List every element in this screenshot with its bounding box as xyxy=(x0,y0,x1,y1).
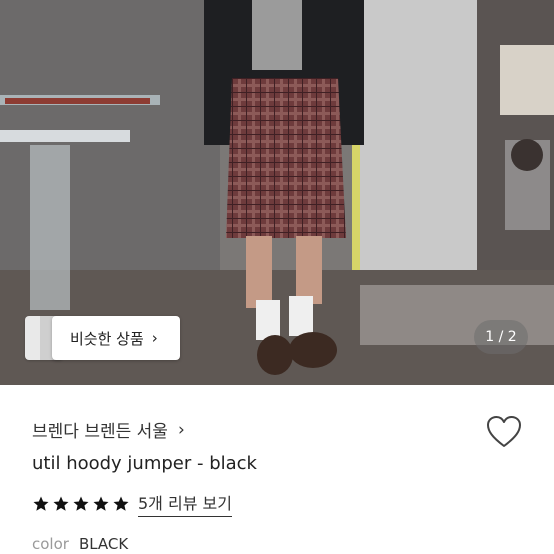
chevron-right-icon: › xyxy=(177,419,185,440)
rating-row: 5개 리뷰 보기 xyxy=(32,490,232,517)
chevron-right-icon: › xyxy=(151,329,158,347)
color-row: color BLACK xyxy=(32,535,128,553)
product-image[interactable]: 비슷한 상품 › 1 / 2 xyxy=(0,0,554,385)
store-link[interactable]: 브렌다 브렌든 서울 › xyxy=(32,417,185,443)
view-reviews-link[interactable]: 5개 리뷰 보기 xyxy=(138,490,232,517)
star-icon xyxy=(73,496,89,511)
similar-products-button[interactable]: 비슷한 상품 › xyxy=(52,316,180,360)
star-icon xyxy=(53,496,69,511)
image-pager: 1 / 2 xyxy=(474,320,528,354)
store-name: 브렌다 브렌든 서울 xyxy=(32,422,168,442)
star-icon xyxy=(93,496,109,511)
heart-icon[interactable] xyxy=(486,415,522,449)
rating-stars xyxy=(32,495,130,513)
star-icon xyxy=(33,496,49,511)
color-label: color xyxy=(32,535,69,553)
similar-products-label: 비슷한 상품 xyxy=(70,329,144,348)
star-icon xyxy=(113,496,129,511)
color-value: BLACK xyxy=(78,535,129,553)
product-title: util hoody jumper - black xyxy=(32,453,257,474)
